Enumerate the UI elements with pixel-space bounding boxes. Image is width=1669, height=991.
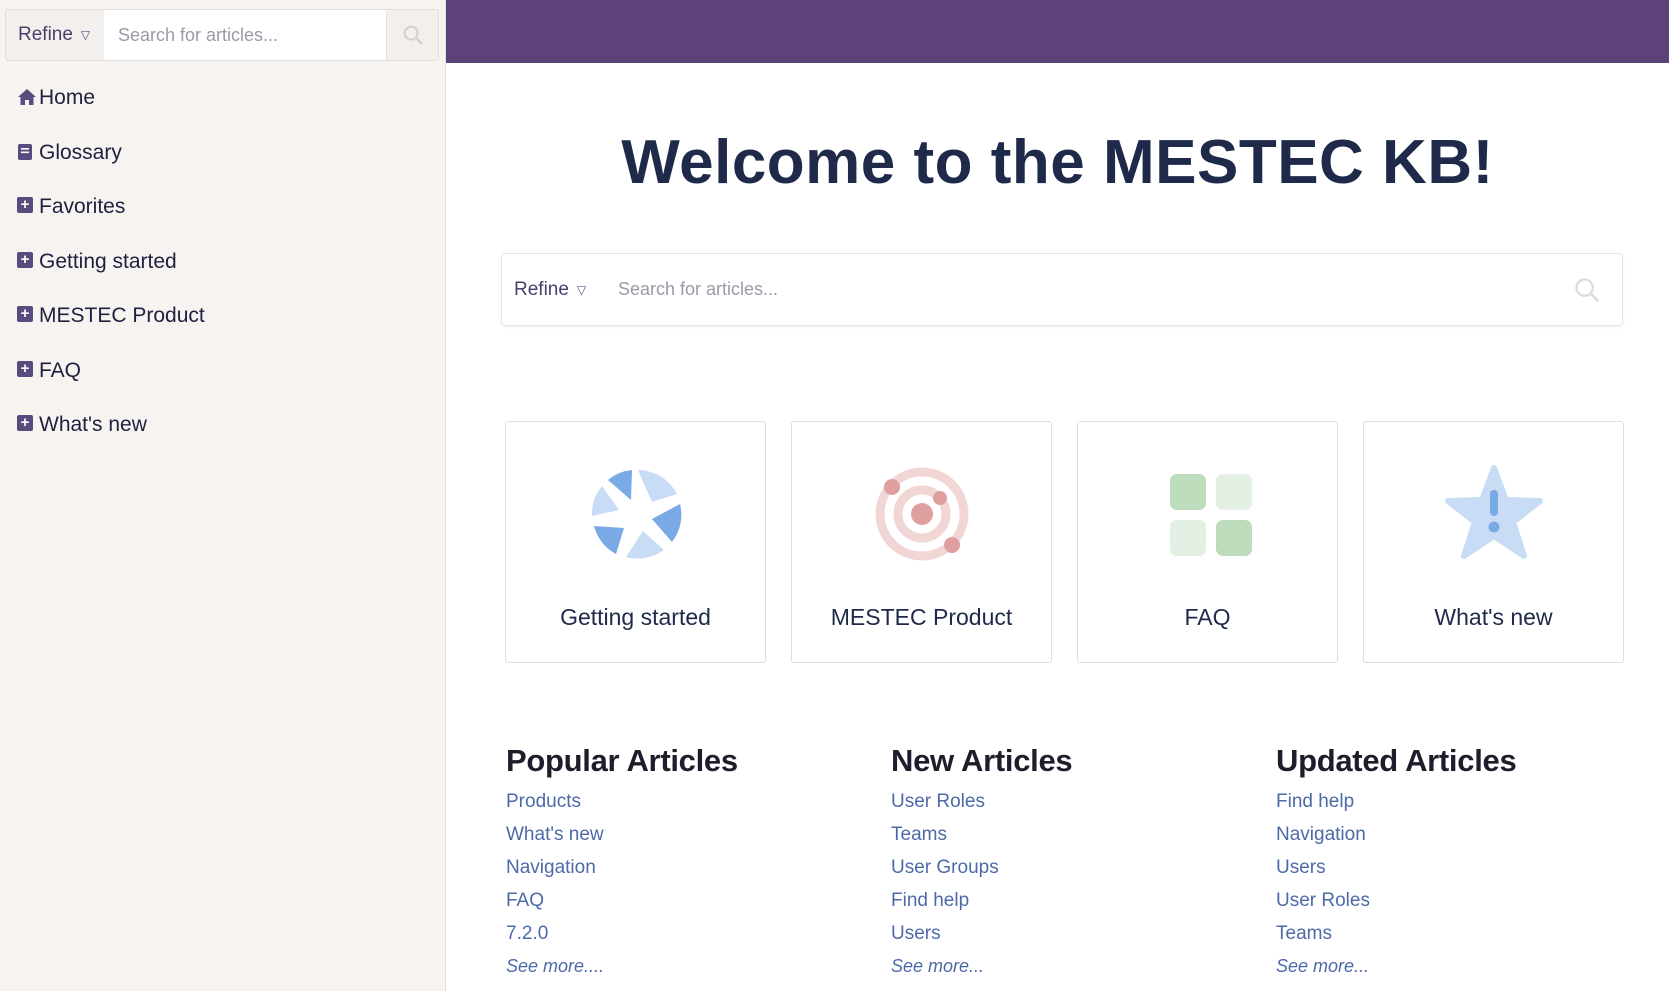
sidebar-item-mestec-product[interactable]: + MESTEC Product [17, 304, 205, 359]
category-cards: Getting started MESTEC Product FAQ What'… [505, 421, 1624, 663]
section-heading: New Articles [891, 743, 1073, 778]
plus-square-icon: + [17, 360, 33, 377]
sidebar-search-input[interactable] [104, 10, 386, 60]
main-refine-dropdown[interactable]: Refine ▽ [502, 279, 614, 301]
search-icon [403, 25, 422, 45]
section-heading: Popular Articles [506, 743, 738, 778]
article-link[interactable]: 7.2.0 [506, 923, 891, 956]
aperture-icon [591, 470, 681, 559]
orbit-icon [875, 467, 968, 561]
sidebar-item-label: Getting started [39, 249, 177, 273]
card-mestec-product[interactable]: MESTEC Product [791, 421, 1052, 663]
new-articles: New Articles User Roles Teams User Group… [891, 743, 1276, 989]
article-link[interactable]: Teams [1276, 923, 1661, 956]
search-icon [1575, 277, 1599, 302]
card-title: Getting started [560, 604, 711, 630]
see-more-link[interactable]: See more... [1276, 956, 1661, 989]
article-link[interactable]: FAQ [506, 890, 891, 923]
article-link[interactable]: Navigation [1276, 824, 1661, 857]
main-search-input[interactable] [614, 259, 1552, 320]
star-alert-icon [1444, 465, 1543, 559]
plus-square-icon: + [17, 251, 33, 268]
article-link[interactable]: User Groups [891, 857, 1276, 890]
article-link[interactable]: Products [506, 791, 891, 824]
article-link[interactable]: What's new [506, 824, 891, 857]
card-title: FAQ [1184, 604, 1231, 630]
article-link[interactable]: User Roles [1276, 890, 1661, 923]
article-link[interactable]: Navigation [506, 857, 891, 890]
grid-icon [1169, 474, 1252, 556]
sidebar-item-glossary[interactable]: Glossary [17, 141, 205, 196]
sidebar: Refine ▽ Home Glossary + Favorites + Get… [0, 0, 446, 991]
sidebar-item-label: Home [39, 86, 96, 109]
article-link[interactable]: Find help [891, 890, 1276, 923]
chevron-down-icon: ▽ [80, 28, 91, 42]
card-title: MESTEC Product [830, 604, 1013, 630]
page-title: Welcome to the MESTEC KB! [621, 128, 1494, 197]
article-link[interactable]: Users [1276, 857, 1661, 890]
home-icon [17, 88, 39, 106]
chevron-down-icon: ▽ [576, 282, 587, 297]
section-heading: Updated Articles [1276, 743, 1517, 778]
main-search: Refine ▽ [501, 253, 1623, 326]
popular-articles: Popular Articles Products What's new Nav… [506, 743, 891, 989]
sidebar-search-button[interactable] [386, 10, 438, 60]
plus-square-icon: + [17, 197, 33, 213]
refine-label: Refine [18, 24, 73, 45]
plus-square-icon: + [17, 415, 33, 431]
article-columns: Popular Articles Products What's new Nav… [506, 743, 1661, 989]
updated-articles: Updated Articles Find help Navigation Us… [1276, 743, 1661, 989]
main-search-button[interactable] [1552, 276, 1622, 304]
card-whats-new[interactable]: What's new [1363, 421, 1624, 663]
sidebar-item-faq[interactable]: + FAQ [17, 359, 205, 414]
article-link[interactable]: Teams [891, 824, 1276, 857]
sidebar-refine-dropdown[interactable]: Refine ▽ [6, 10, 104, 60]
sidebar-item-favorites[interactable]: + Favorites [17, 195, 205, 250]
sidebar-item-label: MESTEC Product [39, 304, 205, 327]
article-link[interactable]: Users [891, 923, 1276, 956]
see-more-link[interactable]: See more.... [506, 956, 891, 989]
sidebar-item-getting-started[interactable]: + Getting started [17, 250, 205, 305]
see-more-link[interactable]: See more... [891, 956, 1276, 989]
main-content: Welcome to the MESTEC KB! Refine ▽ G [446, 63, 1669, 991]
article-link[interactable]: Find help [1276, 791, 1661, 824]
card-getting-started[interactable]: Getting started [505, 421, 766, 663]
sidebar-search: Refine ▽ [5, 9, 439, 61]
sidebar-item-home[interactable]: Home [17, 86, 205, 141]
plus-square-icon: + [17, 306, 33, 322]
sidebar-item-whats-new[interactable]: + What's new [17, 413, 205, 468]
sidebar-item-label: Glossary [39, 140, 122, 164]
card-faq[interactable]: FAQ [1077, 421, 1338, 663]
card-title: What's new [1434, 604, 1553, 630]
sidebar-nav: Home Glossary + Favorites + Getting star… [17, 86, 205, 468]
refine-label: Refine [514, 278, 569, 300]
book-icon [17, 143, 39, 161]
sidebar-item-label: What's new [39, 413, 147, 436]
top-banner [446, 0, 1669, 63]
sidebar-item-label: Favorites [39, 195, 126, 218]
sidebar-item-label: FAQ [39, 358, 82, 382]
article-link[interactable]: User Roles [891, 791, 1276, 824]
